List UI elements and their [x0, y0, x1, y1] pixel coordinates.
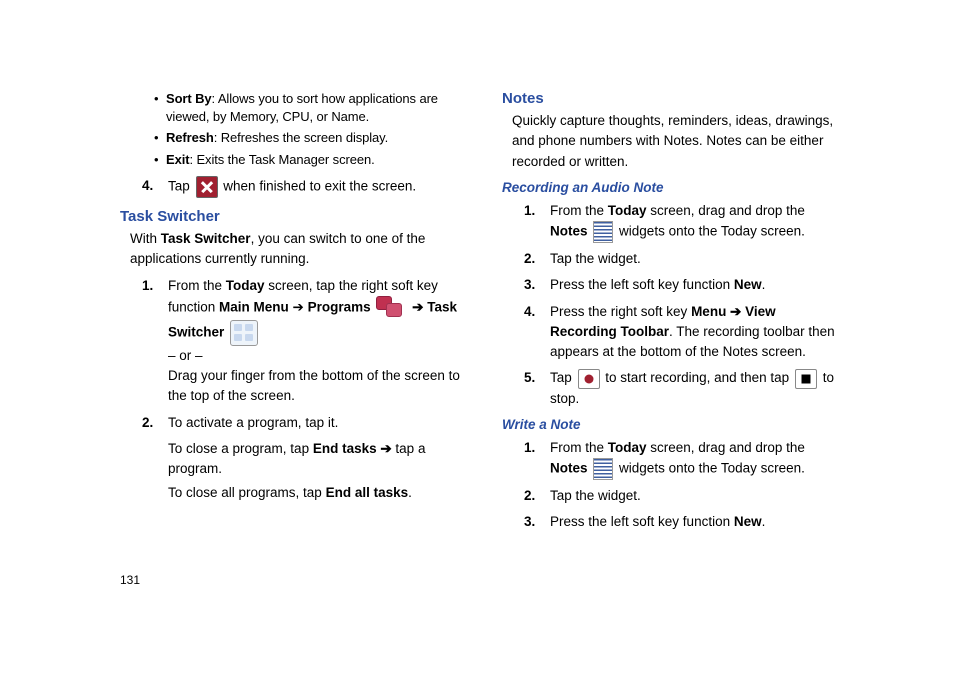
bullet-sort-by: Sort By: Allows you to sort how applicat…: [166, 90, 462, 125]
text: screen, drag and drop the: [647, 440, 805, 455]
text: .: [762, 514, 766, 529]
arrow-icon: ➔: [293, 300, 304, 315]
step-body: Tap to start recording, and then tap to …: [550, 368, 844, 409]
text: Press the left soft key function: [550, 277, 734, 292]
text: From the: [550, 440, 608, 455]
text-bold: Programs: [304, 300, 375, 315]
heading-notes: Notes: [502, 90, 844, 107]
text: to start recording, and then tap: [605, 370, 793, 385]
record-icon: [578, 369, 600, 389]
heading-write-a-note: Write a Note: [502, 417, 844, 432]
step-number: 1.: [524, 438, 550, 480]
step-body: Press the left soft key function New.: [550, 512, 844, 532]
page-content: Sort By: Allows you to sort how applicat…: [0, 0, 954, 539]
rec-step-5: 5. Tap to start recording, and then tap …: [524, 368, 844, 409]
text: To activate a program, tap it.: [168, 415, 338, 430]
step-number: 2.: [524, 486, 550, 506]
text: screen, drag and drop the: [647, 203, 805, 218]
step-4: 4. Tap when finished to exit the screen.: [142, 176, 462, 198]
step-body: From the Today screen, tap the right sof…: [168, 276, 462, 407]
step-body: From the Today screen, drag and drop the…: [550, 201, 844, 243]
text: With: [130, 231, 161, 246]
text: widgets onto the Today screen.: [619, 461, 805, 476]
rec-step-4: 4. Press the right soft key Menu ➔ View …: [524, 302, 844, 363]
text-bold: Main Menu: [219, 300, 293, 315]
text: Press the left soft key function: [550, 514, 734, 529]
text-bold: Notes: [550, 224, 588, 239]
text-bold: Notes: [550, 461, 588, 476]
step-body: Press the left soft key function New.: [550, 275, 844, 295]
text: To close a program, tap: [168, 441, 313, 456]
text-bold: New: [734, 277, 762, 292]
text-bold: End tasks ➔: [313, 441, 392, 456]
task-switcher-icon: [230, 320, 258, 346]
left-column: Sort By: Allows you to sort how applicat…: [120, 90, 462, 539]
ts-step-2-cont1: To close a program, tap End tasks ➔ tap …: [168, 439, 462, 480]
text: .: [762, 277, 766, 292]
text: Tap: [168, 179, 194, 194]
text-bold: Today: [226, 278, 265, 293]
text-bold: New: [734, 514, 762, 529]
arrow-icon: ➔: [412, 300, 427, 315]
step-number: 3.: [524, 275, 550, 295]
text: From the: [550, 203, 608, 218]
ts-step-2-cont2: To close all programs, tap End all tasks…: [168, 483, 462, 503]
step-body: Tap when finished to exit the screen.: [168, 176, 462, 198]
step-body: From the Today screen, drag and drop the…: [550, 438, 844, 480]
text-bold: Today: [608, 203, 647, 218]
step-number: 2.: [524, 249, 550, 269]
text: From the: [168, 278, 226, 293]
step-number: 1.: [524, 201, 550, 243]
task-switcher-intro: With Task Switcher, you can switch to on…: [130, 229, 462, 270]
step-number: 4.: [524, 302, 550, 363]
close-icon: [196, 176, 218, 198]
step-body: Tap the widget.: [550, 486, 844, 506]
notes-widget-icon: [593, 221, 613, 243]
or-divider: – or –: [168, 346, 462, 366]
rec-step-2: 2. Tap the widget.: [524, 249, 844, 269]
right-column: Notes Quickly capture thoughts, reminder…: [502, 90, 844, 539]
text: when finished to exit the screen.: [223, 179, 416, 194]
text-bold: Today: [608, 440, 647, 455]
text-bold: End all tasks: [326, 485, 409, 500]
write-step-2: 2. Tap the widget.: [524, 486, 844, 506]
text-bold: Task Switcher: [161, 231, 251, 246]
text: Tap: [550, 370, 576, 385]
bullet-exit: Exit: Exits the Task Manager screen.: [166, 151, 462, 169]
text: Press the right soft key: [550, 304, 691, 319]
text: .: [408, 485, 412, 500]
notes-widget-icon: [593, 458, 613, 480]
text: To close all programs, tap: [168, 485, 326, 500]
rec-step-3: 3. Press the left soft key function New.: [524, 275, 844, 295]
bullet-refresh: Refresh: Refreshes the screen display.: [166, 129, 462, 147]
step-number: 2.: [142, 413, 168, 433]
step-number: 3.: [524, 512, 550, 532]
stop-icon: [795, 369, 817, 389]
step-body: Tap the widget.: [550, 249, 844, 269]
step-number: 1.: [142, 276, 168, 407]
write-step-1: 1. From the Today screen, drag and drop …: [524, 438, 844, 480]
rec-step-1: 1. From the Today screen, drag and drop …: [524, 201, 844, 243]
programs-icon: [376, 296, 406, 320]
notes-intro: Quickly capture thoughts, reminders, ide…: [502, 111, 844, 172]
ts-step-1: 1. From the Today screen, tap the right …: [142, 276, 462, 407]
page-number: 131: [120, 573, 140, 587]
ts-step-2: 2. To activate a program, tap it.: [142, 413, 462, 433]
task-manager-options: Sort By: Allows you to sort how applicat…: [120, 90, 462, 168]
step-number: 5.: [524, 368, 550, 409]
step-number: 4.: [142, 176, 168, 198]
write-step-3: 3. Press the left soft key function New.: [524, 512, 844, 532]
heading-recording-audio-note: Recording an Audio Note: [502, 180, 844, 195]
step-body: To activate a program, tap it.: [168, 413, 462, 433]
text: Drag your finger from the bottom of the …: [168, 366, 462, 407]
text: widgets onto the Today screen.: [619, 224, 805, 239]
heading-task-switcher: Task Switcher: [120, 208, 462, 225]
step-body: Press the right soft key Menu ➔ View Rec…: [550, 302, 844, 363]
